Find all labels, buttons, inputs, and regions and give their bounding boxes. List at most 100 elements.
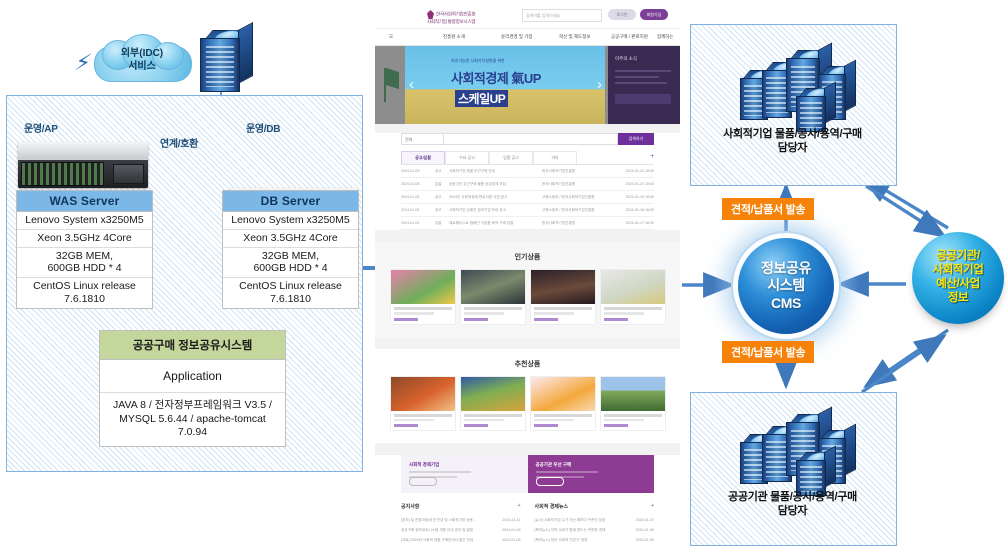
notice-more-icon[interactable]: + (518, 503, 521, 509)
notice-heading: 공지사항 + (401, 503, 521, 510)
promo-button[interactable] (535, 477, 564, 486)
cloud-label-line1: 외부(IDC) (120, 48, 164, 59)
notice-list-section: 전체 검색하기 공고/입찰 수요 공고 입찰 공고 기타 + 2024-01-0… (375, 133, 680, 230)
popular-products-heading: 인기상품 (514, 254, 541, 261)
news-title: [복지뉴스] 청년 사회적 기업가 '창업' (534, 537, 589, 542)
table-row[interactable]: 2024-01-08 입찰 공공기관 우선구매 물품 공급업체 모집 한국사회적… (401, 178, 654, 191)
promo-button[interactable] (409, 477, 437, 486)
row-end: 2024-01-17 18:00 (625, 220, 654, 225)
list-item[interactable]: [복지뉴스] 청년 사회적 기업가 '창업' 2024-01-05 (535, 535, 655, 545)
application-box-header: 공공구매 정보공유시스템 (100, 331, 285, 360)
nav-item-1[interactable]: 윤리경영 및 기업 (501, 34, 532, 40)
promo-banner-social[interactable]: 사회적 경제기업 (401, 455, 528, 493)
site-navigation[interactable]: ☰ 진흥원 소개 윤리경영 및 기업 혁신 및 제도정보 공공구매 / 판로지원… (375, 29, 680, 46)
news-date: 2024-01-05 (635, 537, 654, 542)
recommended-products-heading: 추천상품 (514, 360, 541, 368)
list-tabs[interactable]: 공고/입찰 수요 공고 입찰 공고 기타 + (401, 151, 654, 165)
notice-date: 2024-01-11 (502, 517, 521, 522)
nav-item-0[interactable]: 진흥원 소개 (443, 34, 465, 40)
was-server-name: WAS Server (17, 191, 152, 212)
login-button[interactable]: 로그인 (608, 9, 636, 20)
tab-1[interactable]: 수요 공고 (445, 151, 489, 164)
list-item[interactable]: [자료] 2024년 사회적 제품 구매안내서 발간 안내 2024-01-05 (401, 535, 521, 545)
hero-title: 사회적경제 氣UP (451, 71, 541, 86)
list-item[interactable]: [뉴스] 사회적기업 수가 지난 해보다 꾸준히 성장 2024-01-07 (535, 515, 655, 525)
list-search-button[interactable]: 검색하기 (618, 133, 654, 145)
site-search-input[interactable]: 검색어를 입력하세요 (522, 9, 602, 22)
db-server-model: Lenovo System x3250M5 (223, 212, 358, 230)
hero-prev-arrow-icon[interactable]: ‹ (409, 76, 414, 93)
row-org: 한국사회적기업진흥원 (542, 168, 576, 173)
list-more-button[interactable]: + (650, 154, 654, 160)
product-card[interactable] (389, 375, 456, 431)
hero-side-title: 이주의 소식 (615, 56, 637, 61)
cms-system-node[interactable]: 정보공유 시스템 CMS (738, 238, 834, 334)
table-row[interactable]: 2024-01-09 공고 사회적기업 제품 우선구매 안내 한국사회적기업진흥… (401, 165, 654, 178)
product-card[interactable] (529, 269, 596, 325)
row-type: 입찰 (435, 220, 442, 225)
nav-item-4[interactable]: 함께하는 (657, 34, 674, 40)
was-server-os: CentOS Linux release 7.6.1810 (33, 280, 136, 305)
notice-date: 2024-01-09 (502, 527, 521, 532)
site-search-placeholder: 검색어를 입력하세요 (526, 13, 561, 18)
promo-banners[interactable]: 사회적 경제기업 공공기관 우선 구매 (401, 455, 654, 493)
notice-title: [자료] 2024년 사회적 제품 구매안내서 발간 안내 (401, 537, 474, 542)
promo-banner-public[interactable]: 공공기관 우선 구매 (527, 455, 654, 493)
list-item[interactable]: [이슈] 사회적가치 확산을 위한 공공과 민간협력 확대 방안2024-01-… (535, 545, 655, 546)
nav-item-2[interactable]: 혁신 및 제도정보 (559, 34, 590, 40)
notice-title: 공공구매 정보공유시스템 개편 안내 공지 및 일정 (401, 527, 474, 532)
popular-products-section: 인기상품 (375, 242, 680, 337)
row-end: 2024-01-23 18:00 (625, 168, 654, 173)
list-item[interactable]: 공공구매 정보공유시스템 개편 안내 공지 및 일정 2024-01-09 (401, 525, 521, 535)
list-item[interactable]: [복지뉴스] 지역 사회가 함께 만드는 따뜻한 경제 2024-01-06 (535, 525, 655, 535)
was-server-spec-table: WAS Server Lenovo System x3250M5 Xeon 3.… (16, 190, 153, 309)
table-row[interactable]: 2024-01-05 공고 2024년 사회적경제 판로지원 사업 공고 고용노… (401, 191, 654, 204)
application-stack-box: 공공구매 정보공유시스템 Application JAVA 8 / 전자정부프레… (99, 330, 286, 447)
list-search-input[interactable] (444, 133, 618, 145)
tab-3[interactable]: 기타 (533, 151, 577, 164)
hero-next-arrow-icon[interactable]: › (597, 76, 602, 93)
product-image (600, 270, 665, 304)
site-logo: 한국사회적기업진흥원 사회적기업 통합정보시스템 (427, 10, 476, 24)
product-card[interactable] (389, 269, 456, 325)
budget-label-line4: 정보 (947, 291, 969, 304)
notice-column: 공지사항 + [공지] 설 연휴 배송지연 안내 및 사회적기업 공동... 202… (401, 503, 521, 546)
nav-item-3[interactable]: 공공구매 / 판로지원 (611, 34, 648, 40)
product-image (460, 376, 525, 411)
promo-and-news: 사회적 경제기업 공공기관 우선 구매 공지사항 + [공지] 설 연휴 배송지연… (375, 455, 680, 546)
portal-website-screenshot[interactable]: 한국사회적기업진흥원 사회적기업 통합정보시스템 검색어를 입력하세요 로그인 … (375, 4, 680, 546)
list-searchbar[interactable]: 전체 검색하기 (401, 133, 654, 145)
product-card[interactable] (599, 269, 666, 325)
product-image (390, 270, 455, 304)
row-type: 공고 (435, 194, 442, 199)
product-card[interactable] (529, 375, 596, 431)
table-row[interactable]: 2024-01-03 입찰 제로웨이스트 캠페인 기념품 제작 구매 입찰 한국… (401, 217, 654, 230)
nav-hamburger-icon[interactable]: ☰ (389, 34, 393, 40)
news-title: [뉴스] 사회적기업 수가 지난 해보다 꾸준히 성장 (534, 517, 606, 522)
product-card[interactable] (459, 269, 526, 325)
row-type: 입찰 (435, 181, 442, 186)
product-card[interactable] (599, 375, 666, 431)
social-enterprise-group-label-line1: 사회적기업 물품/공사/용역/구매 (723, 128, 862, 140)
tab-2[interactable]: 입찰 공고 (489, 151, 533, 164)
row-date: 2024-01-04 (401, 207, 420, 212)
news-more-icon[interactable]: + (651, 503, 654, 509)
table-row[interactable]: 2024-01-04 공고 사회적기업 상품전 참여기업 모집 공고 고용노동부… (401, 204, 654, 217)
site-header: 한국사회적기업진흥원 사회적기업 통합정보시스템 검색어를 입력하세요 로그인 … (375, 4, 680, 29)
product-image (530, 270, 595, 304)
list-item[interactable]: [공지] 설 연휴 배송지연 안내 및 사회적기업 공동... 2024-01-1… (401, 515, 521, 525)
product-image (530, 376, 595, 411)
row-type: 공고 (435, 168, 442, 173)
promo-title: 공공기관 우선 구매 (535, 462, 572, 467)
list-item[interactable]: [자료] 공공구매 종합 안내서 (개정판)2024-01-03 (401, 545, 521, 546)
db-server-name: DB Server (223, 191, 358, 212)
tab-0[interactable]: 공고/입찰 (401, 151, 445, 164)
list-search-select[interactable]: 전체 (401, 133, 444, 145)
product-card[interactable] (459, 375, 526, 431)
join-button[interactable]: 회원가입 (640, 9, 668, 20)
budget-info-node[interactable]: 공공기관/ 사회적기업 예산/사업 정보 (912, 232, 1004, 324)
row-title: 2024년 사회적경제 판로지원 사업 공고 (449, 194, 508, 199)
row-title: 제로웨이스트 캠페인 기념품 제작 구매 입찰 (449, 220, 514, 225)
social-enterprise-group-label-line2: 담당자 (777, 142, 808, 155)
hero-banner[interactable]: 지속가능한 사회가치실현을 위한 사회적경제 氣UP 스케일UP ‹ › 이주의… (375, 46, 680, 124)
